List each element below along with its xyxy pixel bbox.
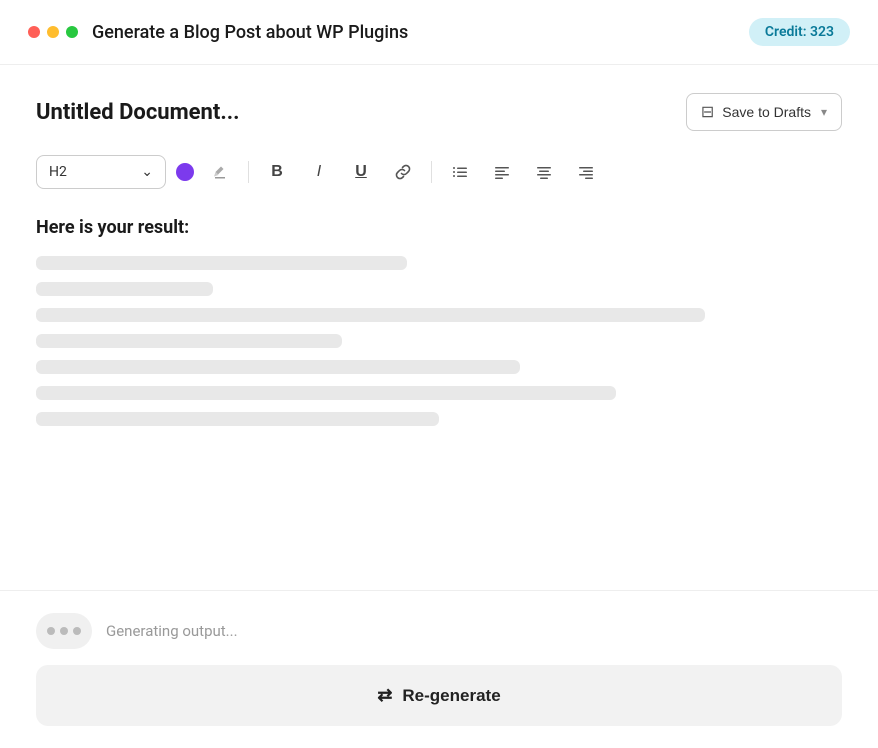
loading-dot-1	[47, 627, 55, 635]
loading-dots	[36, 613, 92, 649]
credit-badge: Credit: 323	[749, 18, 850, 46]
top-bar: Generate a Blog Post about WP Plugins Cr…	[0, 0, 878, 65]
generating-text: Generating output...	[106, 622, 238, 640]
highlight-button[interactable]	[204, 156, 236, 188]
result-title: Here is your result:	[36, 217, 842, 238]
skeleton-line	[36, 360, 520, 374]
skeleton-line	[36, 334, 342, 348]
heading-select-chevron: ⌄	[141, 164, 153, 180]
doc-header: Untitled Document... ⊟ Save to Drafts ▾	[36, 93, 842, 131]
save-drafts-button[interactable]: ⊟ Save to Drafts ▾	[686, 93, 842, 131]
top-bar-left: Generate a Blog Post about WP Plugins	[28, 22, 408, 43]
folder-icon: ⊟	[701, 102, 714, 122]
bold-button[interactable]: B	[261, 156, 293, 188]
regenerate-label: Re-generate	[402, 686, 500, 706]
italic-button[interactable]: I	[303, 156, 335, 188]
align-center-button[interactable]	[528, 156, 560, 188]
traffic-dot-green	[66, 26, 78, 38]
traffic-dot-yellow	[47, 26, 59, 38]
skeleton-line	[36, 256, 407, 270]
bold-icon: B	[271, 163, 283, 181]
toolbar: H2 ⌄ B I U	[36, 155, 842, 189]
skeleton-content	[36, 256, 842, 426]
chevron-down-icon: ▾	[821, 105, 827, 119]
save-drafts-label: Save to Drafts	[722, 104, 811, 120]
skeleton-line	[36, 412, 439, 426]
color-picker-dot[interactable]	[176, 163, 194, 181]
document-title: Untitled Document...	[36, 100, 239, 125]
align-right-button[interactable]	[570, 156, 602, 188]
result-section: Here is your result:	[36, 217, 842, 426]
skeleton-line	[36, 386, 616, 400]
loading-dot-3	[73, 627, 81, 635]
page-title: Generate a Blog Post about WP Plugins	[92, 22, 408, 43]
underline-icon: U	[355, 163, 367, 181]
skeleton-line	[36, 282, 213, 296]
loading-dot-2	[60, 627, 68, 635]
regenerate-icon: ⇄	[377, 685, 392, 706]
document-area: Untitled Document... ⊟ Save to Drafts ▾ …	[0, 65, 878, 591]
traffic-dot-red	[28, 26, 40, 38]
generating-row: Generating output...	[36, 613, 842, 649]
skeleton-line	[36, 308, 705, 322]
align-left-button[interactable]	[486, 156, 518, 188]
italic-icon: I	[317, 163, 321, 181]
bottom-panel: Generating output... ⇄ Re-generate	[0, 591, 878, 748]
regenerate-button[interactable]: ⇄ Re-generate	[36, 665, 842, 726]
traffic-lights	[28, 26, 78, 38]
heading-select[interactable]: H2 ⌄	[36, 155, 166, 189]
underline-button[interactable]: U	[345, 156, 377, 188]
toolbar-divider-2	[431, 161, 432, 183]
link-button[interactable]	[387, 156, 419, 188]
list-button[interactable]	[444, 156, 476, 188]
heading-select-value: H2	[49, 164, 67, 180]
toolbar-divider-1	[248, 161, 249, 183]
